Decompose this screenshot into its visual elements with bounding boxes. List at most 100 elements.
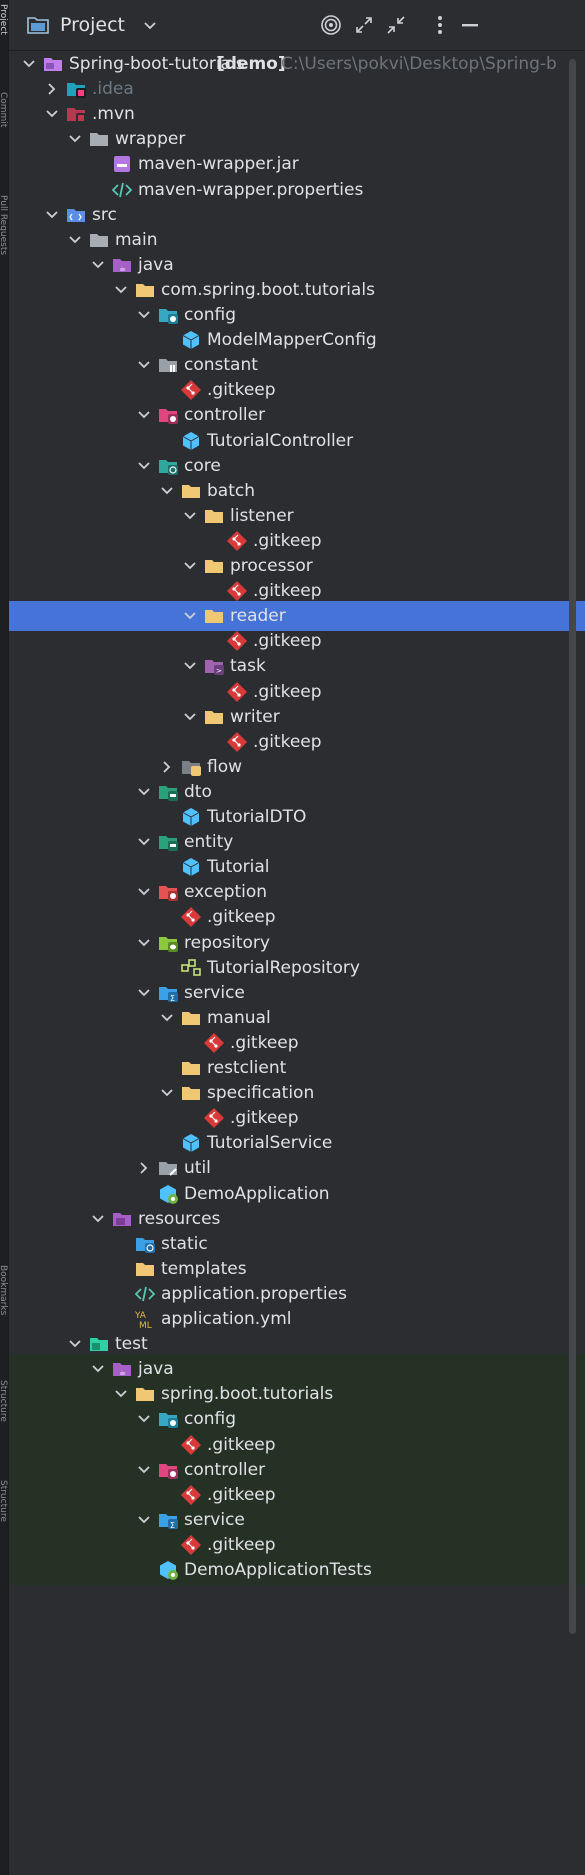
- chevron-down-icon[interactable]: [90, 1211, 106, 1227]
- project-view-title[interactable]: Project: [60, 14, 125, 36]
- hide-panel-icon[interactable]: [459, 14, 481, 36]
- module-path: C:\Users\pokvi\Desktop\Spring-b: [281, 54, 557, 74]
- chevron-down-icon[interactable]: [67, 1336, 83, 1352]
- tree-item-label: spring.boot.tutorials: [161, 1384, 334, 1405]
- dto-package-icon: [157, 781, 179, 803]
- chevron-down-icon[interactable]: [159, 483, 175, 499]
- chevron-down-icon[interactable]: [182, 558, 198, 574]
- tree-item-label: core: [184, 455, 221, 476]
- tree-item-label: config: [184, 1409, 237, 1430]
- chevron-down-icon[interactable]: [182, 508, 198, 524]
- chevron-down-icon[interactable]: [136, 884, 152, 900]
- tree-item-label: java: [138, 254, 174, 275]
- expand-all-icon[interactable]: [353, 14, 375, 36]
- templates-folder-icon: [134, 1258, 156, 1280]
- tree-item-label: DemoApplication: [184, 1183, 330, 1204]
- svg-text:Σ: Σ: [170, 994, 175, 1003]
- gitkeep-icon: [226, 731, 248, 753]
- tree-item-label: TutorialRepository: [207, 957, 360, 978]
- chevron-down-icon[interactable]: [182, 658, 198, 674]
- class-icon: [180, 1132, 202, 1154]
- tree-item-label: constant: [184, 355, 258, 376]
- stripe-tab-structure[interactable]: Structure: [0, 1380, 8, 1450]
- project-toolbar: Project: [9, 0, 585, 51]
- chevron-down-icon[interactable]: [136, 985, 152, 1001]
- chevron-down-icon[interactable]: [182, 608, 198, 624]
- module-tag: [demo]: [217, 54, 286, 74]
- tree-scrollbar[interactable]: [569, 59, 576, 1634]
- tree-item-label: manual: [207, 1007, 271, 1028]
- core-package-icon: [157, 455, 179, 477]
- tree-item-label: .gitkeep: [207, 1484, 276, 1505]
- tree-item-label: reader: [230, 606, 286, 627]
- stripe-tab-bookmarks[interactable]: Bookmarks: [0, 1265, 8, 1355]
- tree-item-label: Tutorial: [207, 857, 270, 878]
- chevron-down-icon[interactable]: [182, 709, 198, 725]
- chevron-down-icon[interactable]: [44, 207, 60, 223]
- stripe-tab-structure-2[interactable]: Structure: [0, 1480, 8, 1560]
- chevron-down-icon[interactable]: [44, 106, 60, 122]
- stripe-tab-project[interactable]: Project: [0, 4, 8, 64]
- svg-text:Σ: Σ: [170, 1521, 175, 1530]
- chevron-down-icon[interactable]: [90, 257, 106, 273]
- chevron-right-icon[interactable]: [136, 1160, 152, 1176]
- chevron-down-icon[interactable]: [136, 935, 152, 951]
- chevron-down-icon[interactable]: [136, 1512, 152, 1528]
- class-icon: [180, 806, 202, 828]
- chevron-down-icon[interactable]: [113, 1386, 129, 1402]
- chevron-down-icon[interactable]: [21, 56, 37, 72]
- tree-item-label: static: [161, 1233, 208, 1254]
- tree-item-label: exception: [184, 882, 268, 903]
- util-package-icon: [157, 1157, 179, 1179]
- flow-package-icon: [180, 756, 202, 778]
- chevron-down-icon[interactable]: [136, 407, 152, 423]
- tree-row[interactable]: DemoApplicationTests: [9, 1555, 585, 1585]
- yaml-icon: YA ML: [134, 1308, 156, 1331]
- chevron-down-icon[interactable]: [136, 307, 152, 323]
- more-options-icon[interactable]: [429, 14, 451, 36]
- package-icon: [180, 1007, 202, 1029]
- static-folder-icon: [134, 1233, 156, 1255]
- chevron-down-icon[interactable]: [159, 1085, 175, 1101]
- gitkeep-icon: [226, 630, 248, 652]
- locate-target-icon[interactable]: [320, 14, 342, 36]
- svg-text:YA: YA: [134, 1311, 147, 1321]
- repository-icon: [180, 957, 202, 979]
- tree-item-label: com.spring.boot.tutorials: [161, 279, 375, 300]
- plain-folder-icon: [88, 229, 110, 251]
- tree-item-label: TutorialController: [207, 430, 354, 451]
- chevron-down-icon[interactable]: [113, 282, 129, 298]
- chevron-down-icon[interactable]: [136, 1462, 152, 1478]
- tree-item-label: repository: [184, 932, 270, 953]
- chevron-down-icon[interactable]: [67, 232, 83, 248]
- collapse-all-icon[interactable]: [385, 14, 407, 36]
- package-icon: [134, 279, 156, 301]
- chevron-down-icon[interactable]: [136, 357, 152, 373]
- chevron-right-icon[interactable]: [44, 81, 60, 97]
- chevron-down-icon[interactable]: [90, 1361, 106, 1377]
- chevron-down-icon[interactable]: [136, 834, 152, 850]
- chevron-down-icon[interactable]: [67, 131, 83, 147]
- service-package-icon: Σ: [157, 982, 179, 1004]
- stripe-tab-pull-requests[interactable]: Pull Requests: [0, 195, 8, 290]
- chevron-down-icon[interactable]: [159, 1010, 175, 1026]
- project-folder-icon: [27, 16, 49, 34]
- chevron-down-icon[interactable]: [136, 1411, 152, 1427]
- tree-item-label: .gitkeep: [253, 631, 322, 652]
- spring-class-icon: [157, 1559, 179, 1581]
- stripe-tab-commit[interactable]: Commit: [0, 92, 8, 152]
- tree-item-label: .gitkeep: [230, 1108, 299, 1129]
- chevron-down-icon[interactable]: [136, 784, 152, 800]
- tree-item-label: config: [184, 305, 237, 325]
- chevron-down-icon[interactable]: [136, 458, 152, 474]
- chevron-down-icon[interactable]: [142, 17, 158, 33]
- gitkeep-icon: [180, 379, 202, 401]
- tree-item-label: application.properties: [161, 1283, 347, 1304]
- tree-item-label: flow: [207, 756, 243, 777]
- tree-item-label: main: [115, 229, 158, 250]
- properties-icon: [134, 1283, 156, 1305]
- tree-item-label: .gitkeep: [230, 1032, 299, 1053]
- test-folder-icon: [88, 1333, 110, 1355]
- tree-item-label: .gitkeep: [253, 731, 322, 752]
- chevron-right-icon[interactable]: [159, 759, 175, 775]
